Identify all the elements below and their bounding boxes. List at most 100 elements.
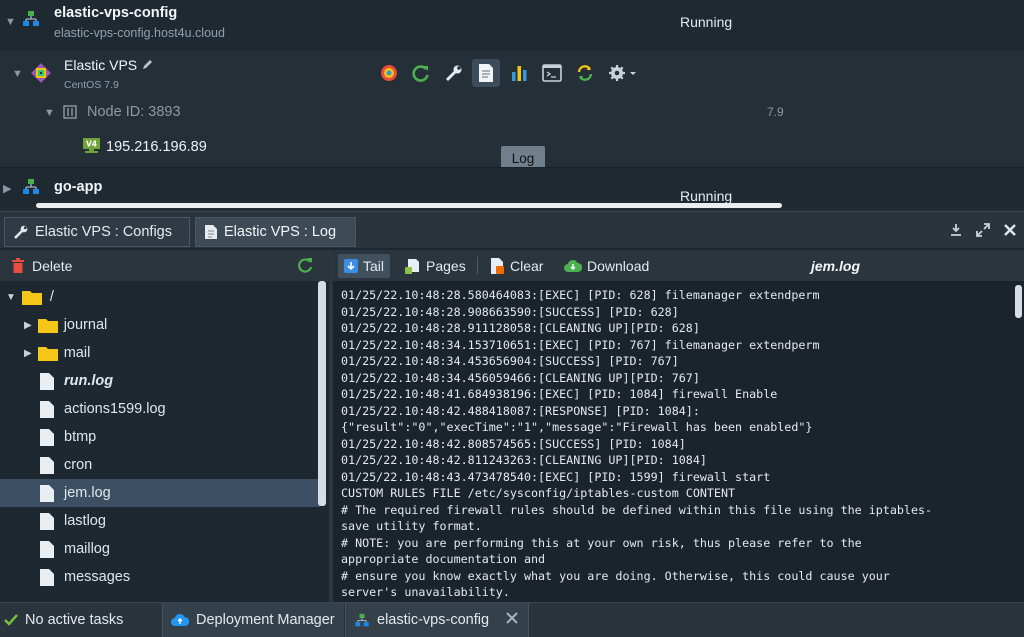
ip-version-badge: V4: [86, 140, 97, 149]
close-icon[interactable]: [506, 612, 525, 628]
ip-address[interactable]: 195.216.196.89: [106, 139, 207, 155]
log-line: 01/25/22.10:48:28.580464083:[EXEC] [PID:…: [341, 288, 820, 302]
pencil-icon[interactable]: [140, 58, 154, 75]
list-item[interactable]: btmp: [0, 423, 320, 451]
log-line: 01/25/22.10:48:34.453656904:[SUCCESS] [P…: [341, 354, 679, 368]
environment-icon: [22, 10, 40, 31]
tree-item-label: jem.log: [64, 485, 111, 501]
list-item[interactable]: actions1599.log: [0, 395, 320, 423]
list-item[interactable]: ▶ mail: [0, 339, 320, 367]
download-icon[interactable]: [949, 223, 963, 240]
chevron-down-icon[interactable]: ▼: [12, 68, 23, 80]
log-icon[interactable]: [472, 59, 500, 87]
environment-list: ▼ elastic-vps-config elastic-vps-config.…: [0, 0, 1024, 211]
pages-icon: [405, 258, 419, 274]
log-line: 01/25/22.10:48:42.811243263:[CLEANING UP…: [341, 453, 707, 467]
file-icon: [40, 540, 54, 558]
chevron-right-icon[interactable]: ▶: [3, 182, 11, 195]
list-item[interactable]: lastlog: [0, 507, 320, 535]
tab-configs[interactable]: Elastic VPS : Configs: [4, 217, 190, 247]
log-line: server's unavailability.: [341, 585, 510, 599]
chevron-right-icon[interactable]: ▶: [24, 320, 32, 331]
download-button[interactable]: Download: [560, 254, 653, 278]
node-id: Node ID: 3893: [87, 104, 181, 120]
settings-gear-icon[interactable]: [605, 59, 639, 87]
chevron-down-icon[interactable]: ▼: [6, 292, 16, 303]
chevron-down-icon[interactable]: ▼: [5, 16, 16, 28]
environment-row[interactable]: ▶ go-app Running: [0, 167, 1024, 207]
log-line: 01/25/22.10:48:42.808574565:[SUCCESS] [P…: [341, 436, 686, 451]
log-content[interactable]: 01/25/22.10:48:28.580464083:[EXEC] [PID:…: [341, 287, 1011, 601]
file-tree-panel: Delete ▼ / ▶ journal ▶ mail run.log acti…: [0, 250, 329, 602]
restart-icon[interactable]: [407, 59, 435, 87]
pages-button[interactable]: Pages: [401, 254, 470, 278]
trash-icon[interactable]: [12, 258, 24, 276]
environment-row[interactable]: ▼ elastic-vps-config elastic-vps-config.…: [0, 0, 1024, 50]
file-icon: [40, 428, 54, 446]
vertical-scrollbar[interactable]: [1015, 285, 1022, 318]
tree-item-label: maillog: [64, 541, 110, 557]
environment-domain[interactable]: elastic-vps-config.host4u.cloud: [54, 26, 225, 40]
tree-item-label: messages: [64, 569, 131, 585]
log-line: appropriate documentation and: [341, 552, 546, 566]
close-icon[interactable]: [1003, 223, 1017, 240]
file-icon: [40, 372, 54, 390]
status-badge: Running: [680, 14, 733, 30]
tail-button[interactable]: Tail: [338, 254, 391, 278]
tab-log[interactable]: Elastic VPS : Log: [195, 217, 356, 247]
folder-icon: [21, 291, 42, 305]
chevron-right-icon[interactable]: ▶: [24, 348, 32, 359]
tab-label: Elastic VPS : Configs: [35, 224, 172, 240]
environment-tab[interactable]: elastic-vps-config: [345, 603, 529, 637]
redeploy-icon[interactable]: [571, 59, 599, 87]
cloud-icon: [171, 613, 189, 626]
clear-label: Clear: [510, 258, 544, 274]
tab-label: Elastic VPS : Log: [224, 224, 337, 240]
log-line: 01/25/22.10:48:34.153710651:[EXEC] [PID:…: [341, 337, 820, 352]
file-tree-toolbar: Delete: [0, 250, 329, 281]
vertical-scrollbar[interactable]: [318, 281, 326, 506]
statistics-icon[interactable]: [505, 59, 533, 87]
environment-icon: [355, 613, 369, 626]
node-group-name[interactable]: Elastic VPS: [64, 57, 137, 73]
deployment-manager-tab[interactable]: Deployment Manager: [162, 603, 344, 637]
list-item[interactable]: run.log: [0, 367, 320, 395]
log-line: # NOTE: you are performing this at your …: [341, 535, 862, 550]
tasks-indicator[interactable]: No active tasks: [4, 603, 123, 637]
environment-name[interactable]: elastic-vps-config: [54, 5, 177, 21]
network-icon: V4: [83, 138, 100, 154]
log-line: 01/25/22.10:48:41.684938196:[EXEC] [PID:…: [341, 387, 778, 401]
file-icon: [40, 512, 54, 530]
log-line: 01/25/22.10:48:34.456059466:[CLEANING UP…: [341, 370, 700, 385]
delete-button[interactable]: Delete: [32, 258, 72, 274]
log-icon: [205, 225, 217, 239]
folder-icon: [37, 347, 58, 361]
refresh-icon[interactable]: [297, 257, 313, 276]
node-icon: [63, 105, 77, 122]
environment-name[interactable]: go-app: [54, 179, 102, 195]
clear-button[interactable]: Clear: [486, 254, 547, 278]
log-line: 01/25/22.10:48:28.908663590:[SUCCESS] [P…: [341, 304, 679, 319]
tree-item-label: cron: [64, 457, 93, 473]
status-badge: Running: [680, 188, 733, 204]
clear-icon: [491, 258, 504, 274]
expand-icon[interactable]: [976, 223, 990, 240]
toolbar-divider: [477, 257, 478, 274]
horizontal-scrollbar[interactable]: [36, 203, 782, 208]
open-in-browser-icon[interactable]: [375, 59, 403, 87]
list-item-selected[interactable]: jem.log: [0, 479, 320, 507]
list-item[interactable]: maillog: [0, 535, 320, 563]
list-item[interactable]: cron: [0, 451, 320, 479]
list-item[interactable]: ▶ journal: [0, 311, 320, 339]
tree-item-label: run.log: [64, 373, 114, 389]
file-icon: [40, 568, 54, 586]
log-line: 01/25/22.10:48:43.473478540:[EXEC] [PID:…: [341, 469, 771, 484]
chevron-down-icon[interactable]: ▼: [44, 107, 55, 119]
tree-root[interactable]: ▼ /: [0, 283, 320, 311]
web-ssh-icon[interactable]: [538, 59, 566, 87]
config-wrench-icon[interactable]: [440, 59, 468, 87]
list-item[interactable]: messages: [0, 563, 320, 591]
download-label: Download: [587, 258, 650, 274]
environment-icon: [22, 178, 40, 199]
tree-item-label: btmp: [64, 429, 97, 445]
